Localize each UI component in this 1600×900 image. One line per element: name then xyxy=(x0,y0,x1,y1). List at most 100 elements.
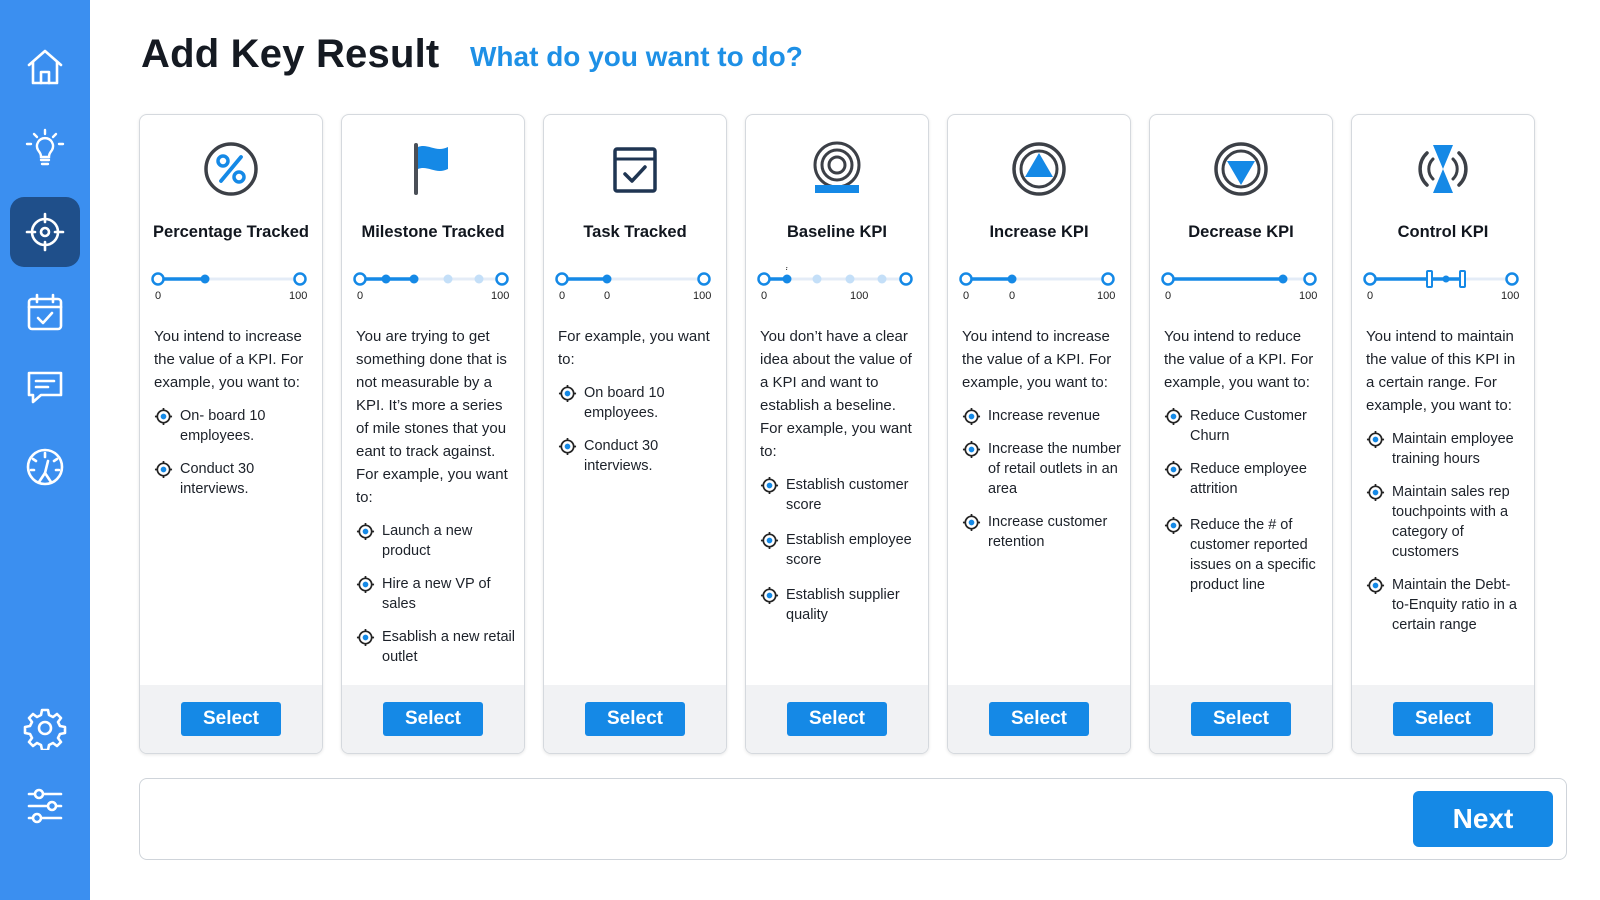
select-button[interactable]: Select xyxy=(585,702,685,736)
card-description: You intend to increase the value of a KP… xyxy=(154,328,304,391)
select-button[interactable]: Select xyxy=(181,702,281,736)
nav-dashboard[interactable] xyxy=(10,432,80,502)
select-button[interactable]: Select xyxy=(989,702,1089,736)
list-item: Reduce the # of customer reported issues… xyxy=(1164,515,1324,595)
list-item: Launch a new product xyxy=(356,521,516,561)
baseline-target-icon xyxy=(813,141,861,193)
nav-home[interactable] xyxy=(10,32,80,102)
target-bullet-icon xyxy=(962,440,981,459)
baseline-slider: ? 0 100 xyxy=(754,267,922,307)
list-item: Reduce Customer Churn xyxy=(1164,406,1324,446)
card-description: You intend to reduce the value of a KPI.… xyxy=(1164,328,1314,391)
slider-max-label: 100 xyxy=(289,290,307,302)
card-decrease-kpi[interactable]: Decrease KPI 0 100 You intend to reduce … xyxy=(1149,114,1333,754)
card-percentage-tracked[interactable]: Percentage Tracked 0 100 You intend to i… xyxy=(139,114,323,754)
card-increase-kpi[interactable]: Increase KPI 0 0 100 You intend to incre… xyxy=(947,114,1131,754)
list-item: Maintain the Debt-to-Enquity ratio in a … xyxy=(1366,575,1526,635)
milestone-slider: 0 100 xyxy=(350,267,518,307)
target-bullet-icon xyxy=(1366,483,1385,502)
slider-max-label: 100 xyxy=(1501,290,1519,302)
slider-mid-label: 0 xyxy=(1009,290,1015,302)
calendar-check-icon xyxy=(27,293,63,331)
list-item: On- board 10 employees. xyxy=(154,406,314,446)
target-bullet-icon xyxy=(356,628,375,647)
nav-preferences[interactable] xyxy=(10,771,80,841)
list-item: Increase revenue xyxy=(962,406,1122,426)
list-item: On board 10 employees. xyxy=(558,383,718,423)
slider-min-label: 0 xyxy=(1367,290,1373,302)
list-item: Reduce employee attrition xyxy=(1164,459,1324,499)
target-bullet-icon xyxy=(760,476,779,495)
target-bullet-icon xyxy=(1366,430,1385,449)
target-bullet-icon xyxy=(1366,576,1385,595)
select-button[interactable]: Select xyxy=(1393,702,1493,736)
target-bullet-icon xyxy=(760,531,779,550)
card-description: You intend to maintain the value of this… xyxy=(1366,328,1516,414)
target-bullet-icon xyxy=(1164,407,1183,426)
task-slider: 0 0 100 xyxy=(552,267,720,307)
list-item: Maintain employee training hours xyxy=(1366,429,1526,469)
list-item: Establish employee score xyxy=(760,530,920,570)
card-title: Control KPI xyxy=(1397,223,1489,241)
slider-min-label: 0 xyxy=(963,290,969,302)
card-task-tracked[interactable]: Task Tracked 0 0 100 For example, you wa… xyxy=(543,114,727,754)
slider-min-label: 0 xyxy=(357,290,363,302)
card-title: Baseline KPI xyxy=(787,223,887,241)
sliders-icon xyxy=(27,788,63,824)
card-title: Percentage Tracked xyxy=(153,223,309,241)
list-item: Establish supplier quality xyxy=(760,585,920,625)
nav-key-results[interactable] xyxy=(10,197,80,267)
increase-arrow-icon xyxy=(1012,142,1066,196)
slider-hint: ? xyxy=(784,267,790,273)
select-button[interactable]: Select xyxy=(787,702,887,736)
decrease-slider: 0 100 xyxy=(1158,267,1326,307)
card-milestone-tracked[interactable]: Milestone Tracked 0 100 You are trying t… xyxy=(341,114,525,754)
nav-calendar[interactable] xyxy=(10,278,80,348)
control-hourglass-icon xyxy=(1418,145,1468,193)
select-button[interactable]: Select xyxy=(383,702,483,736)
target-bullet-icon xyxy=(1164,460,1183,479)
card-title: Decrease KPI xyxy=(1188,223,1294,241)
chat-icon xyxy=(27,371,63,404)
select-button[interactable]: Select xyxy=(1191,702,1291,736)
lightbulb-icon xyxy=(25,128,65,166)
target-bullet-icon xyxy=(558,384,577,403)
slider-min-label: 0 xyxy=(559,290,565,302)
list-item: Conduct 30 interviews. xyxy=(558,436,718,476)
list-item: Hire a new VP of sales xyxy=(356,574,516,614)
slider-max-label: 100 xyxy=(491,290,509,302)
target-icon xyxy=(25,212,65,252)
progress-slider: 0 100 xyxy=(148,267,316,307)
next-button[interactable]: Next xyxy=(1413,791,1553,847)
card-description: You don’t have a clear idea about the va… xyxy=(760,328,912,460)
card-control-kpi[interactable]: Control KPI 0 100 You intend to maintain… xyxy=(1351,114,1535,754)
percent-icon xyxy=(204,142,258,196)
decrease-arrow-icon xyxy=(1214,142,1268,196)
target-bullet-icon xyxy=(558,437,577,456)
slider-max-label: 100 xyxy=(1299,290,1317,302)
bottom-action-bar: Next xyxy=(139,778,1567,860)
gauge-icon xyxy=(26,448,64,486)
page-title: Add Key Result xyxy=(141,32,440,76)
slider-min-label: 0 xyxy=(761,290,767,302)
increase-slider: 0 0 100 xyxy=(956,267,1124,307)
sidebar xyxy=(0,0,90,900)
list-item: Establish customer score xyxy=(760,475,920,515)
flag-icon xyxy=(414,143,448,195)
task-check-icon xyxy=(613,147,657,193)
target-bullet-icon xyxy=(962,407,981,426)
slider-min-label: 0 xyxy=(155,290,161,302)
page-subtitle: What do you want to do? xyxy=(470,41,803,72)
target-bullet-icon xyxy=(154,407,173,426)
slider-mid-label: 100 xyxy=(850,290,868,302)
slider-min-label: 0 xyxy=(1165,290,1171,302)
card-baseline-kpi[interactable]: Baseline KPI ? 0 100 You don’t have a cl… xyxy=(745,114,929,754)
nav-settings[interactable] xyxy=(10,693,80,763)
card-title: Task Tracked xyxy=(583,223,687,241)
nav-ideas[interactable] xyxy=(10,113,80,183)
target-bullet-icon xyxy=(154,460,173,479)
list-item: Increase customer retention xyxy=(962,512,1122,552)
card-description: You intend to increase the value of a KP… xyxy=(962,328,1112,391)
card-title: Increase KPI xyxy=(989,223,1089,241)
nav-messages[interactable] xyxy=(10,352,80,422)
